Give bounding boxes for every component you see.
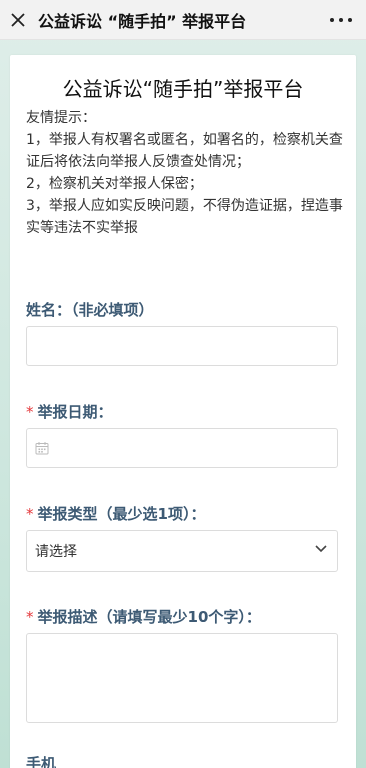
required-mark: * bbox=[26, 403, 34, 421]
date-input[interactable] bbox=[26, 428, 338, 468]
name-input[interactable] bbox=[26, 326, 338, 366]
tip-item: 3，举报人应如实反映问题，不得伪造证据，捏造事实等违法不实举报 bbox=[26, 198, 343, 236]
chevron-down-icon bbox=[315, 545, 327, 553]
tip-item: 2，检察机关对举报人保密； bbox=[26, 176, 203, 192]
more-button[interactable] bbox=[330, 12, 352, 28]
desc-label: * 举报描述（请填写最少10个字）： bbox=[26, 606, 261, 627]
phone-label: 手机 bbox=[26, 755, 57, 768]
top-bar: 公益诉讼 “随手拍” 举报平台 bbox=[0, 0, 366, 40]
form-card: 公益诉讼“随手拍”举报平台 友情提示： 1，举报人有权署名或匿名，如署名的，检察… bbox=[10, 55, 356, 768]
more-dots-icon bbox=[330, 18, 334, 22]
required-mark: * bbox=[26, 608, 34, 626]
type-label-text: 举报类型（最少选1项）： bbox=[37, 505, 206, 523]
desc-label-text: 举报描述（请填写最少10个字）： bbox=[37, 608, 261, 626]
tip-item: 1，举报人有权署名或匿名，如署名的，检察机关查证后将依法向举报人反馈查处情况； bbox=[26, 132, 343, 170]
close-button[interactable] bbox=[0, 0, 36, 40]
type-select[interactable]: 请选择 bbox=[26, 530, 338, 572]
type-select-value: 请选择 bbox=[35, 544, 77, 560]
tips-block: 友情提示： 1，举报人有权署名或匿名，如署名的，检察机关查证后将依法向举报人反馈… bbox=[26, 107, 348, 239]
tips-heading: 友情提示： bbox=[26, 110, 96, 126]
topbar-title: 公益诉讼 “随手拍” 举报平台 bbox=[38, 11, 247, 31]
type-label: * 举报类型（最少选1项）： bbox=[26, 503, 205, 524]
required-mark: * bbox=[26, 505, 34, 523]
desc-textarea[interactable] bbox=[26, 633, 338, 723]
date-label: * 举报日期： bbox=[26, 401, 113, 422]
name-label: 姓名：（非必填项） bbox=[26, 301, 154, 319]
calendar-icon bbox=[35, 442, 49, 455]
date-label-text: 举报日期： bbox=[37, 403, 113, 421]
close-icon bbox=[11, 12, 25, 27]
page-title: 公益诉讼“随手拍”举报平台 bbox=[62, 77, 304, 101]
